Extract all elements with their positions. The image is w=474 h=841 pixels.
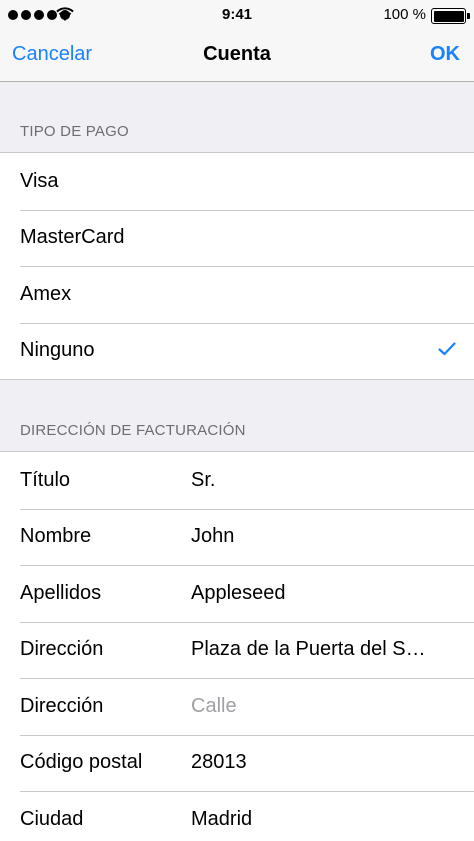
field-placeholder: Calle bbox=[191, 694, 237, 717]
title-field[interactable]: Título Sr. bbox=[0, 452, 474, 509]
payment-type-list: Visa MasterCard Amex Ninguno bbox=[0, 152, 474, 380]
billing-address-header: DIRECCIÓN DE FACTURACIÓN bbox=[20, 422, 246, 439]
payment-type-header: TIPO DE PAGO bbox=[20, 123, 129, 140]
field-label: Título bbox=[20, 468, 71, 491]
city-field[interactable]: Ciudad Madrid bbox=[0, 791, 474, 841]
billing-address-form: Título Sr. Nombre John Apellidos Applese… bbox=[0, 451, 474, 841]
field-label: Nombre bbox=[20, 525, 92, 548]
postal-code-field[interactable]: Código postal 28013 bbox=[0, 734, 474, 792]
field-label: Ciudad bbox=[20, 807, 84, 830]
address-line2-field[interactable]: Dirección Calle bbox=[0, 678, 474, 735]
payment-option-visa[interactable]: Visa bbox=[0, 153, 474, 210]
field-value: Madrid bbox=[191, 807, 253, 830]
last-name-field[interactable]: Apellidos Appleseed bbox=[0, 565, 474, 622]
field-value: John bbox=[191, 525, 235, 548]
field-label: Dirección bbox=[20, 694, 104, 717]
cancel-button[interactable]: Cancelar bbox=[12, 43, 92, 66]
field-value: Plaza de la Puerta del S… bbox=[191, 638, 426, 661]
battery-cap bbox=[467, 13, 470, 19]
navigation-bar: Cancelar Cuenta OK bbox=[0, 30, 474, 82]
battery-percentage: 100 % bbox=[383, 6, 426, 23]
field-value: Sr. bbox=[191, 468, 216, 491]
payment-option-label: MasterCard bbox=[20, 226, 125, 249]
field-label: Apellidos bbox=[20, 581, 102, 604]
payment-option-mastercard[interactable]: MasterCard bbox=[0, 209, 474, 267]
first-name-field[interactable]: Nombre John bbox=[0, 508, 474, 566]
payment-option-label: Amex bbox=[20, 282, 72, 305]
field-label: Dirección bbox=[20, 638, 104, 661]
address-line1-field[interactable]: Dirección Plaza de la Puerta del S… bbox=[0, 621, 474, 679]
payment-option-ninguno[interactable]: Ninguno bbox=[0, 322, 474, 380]
field-value: 28013 bbox=[191, 751, 247, 774]
field-label: Código postal bbox=[20, 751, 143, 774]
battery-icon bbox=[431, 8, 466, 24]
payment-option-label: Ninguno bbox=[20, 339, 95, 362]
status-bar: 9:41 100 % bbox=[0, 0, 474, 30]
field-value: Appleseed bbox=[191, 581, 286, 604]
ok-button[interactable]: OK bbox=[430, 43, 460, 66]
checkmark-icon bbox=[438, 341, 456, 355]
payment-option-label: Visa bbox=[20, 169, 59, 192]
payment-option-amex[interactable]: Amex bbox=[0, 266, 474, 323]
